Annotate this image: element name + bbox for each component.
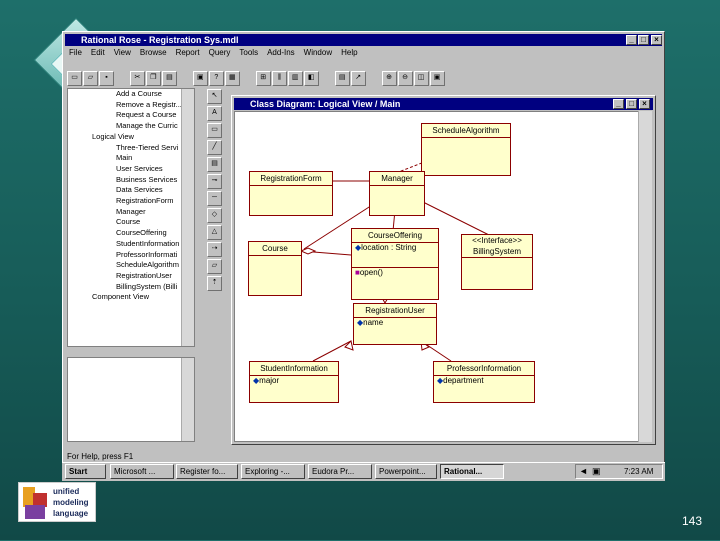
class-schedule-algorithm[interactable]: ScheduleAlgorithm	[421, 123, 511, 176]
uml-logo: unified modeling language	[18, 482, 96, 522]
class-course[interactable]: Course	[248, 241, 302, 296]
class-registration-user[interactable]: RegistrationUser ◆name	[353, 303, 437, 345]
network-icon[interactable]: ▣	[592, 466, 601, 477]
taskbar-microsoft[interactable]: Microsoft ...	[110, 464, 174, 479]
logo-line3: language	[53, 509, 89, 518]
taskbar-start[interactable]: Start	[65, 464, 106, 479]
class-attribute: ◆location : String	[352, 243, 438, 268]
class-student-information[interactable]: StudentInformation ◆major	[249, 361, 339, 403]
class-name: ProfessorInformation	[434, 362, 534, 376]
taskbar-rational[interactable]: Rational...	[440, 464, 504, 479]
taskbar-eudora[interactable]: Eudora Pr...	[308, 464, 372, 479]
class-attribute: ◆major	[253, 376, 280, 385]
class-billing-system[interactable]: <<Interface>> BillingSystem	[461, 234, 533, 290]
system-tray: ◄ ▣ 7:23 AM	[575, 464, 663, 479]
speaker-icon[interactable]: ◄	[579, 466, 588, 476]
logo-line1: unified	[53, 487, 80, 496]
class-registration-form[interactable]: RegistrationForm	[249, 171, 333, 216]
class-name: Manager	[370, 172, 424, 186]
class-attribute: ◆department	[437, 376, 484, 385]
taskbar-powerpoint[interactable]: Powerpoint...	[375, 464, 437, 479]
uml-logo-mark	[23, 487, 47, 519]
class-course-offering[interactable]: CourseOffering ◆location : String ■open(…	[351, 228, 439, 300]
taskbar-exploring[interactable]: Exploring -...	[241, 464, 305, 479]
class-professor-information[interactable]: ProfessorInformation ◆department	[433, 361, 535, 403]
class-name: RegistrationUser	[354, 304, 436, 318]
class-attribute: ◆name	[357, 318, 384, 327]
rose-window: Rational Rose - Registration Sys.mdl _ □…	[62, 31, 665, 480]
slide-number: 143	[682, 514, 703, 528]
class-name: StudentInformation	[250, 362, 338, 376]
class-name: Course	[249, 242, 301, 256]
class-name: CourseOffering	[352, 229, 438, 243]
class-name: RegistrationForm	[250, 172, 332, 186]
class-operation: ■open()	[355, 268, 383, 277]
class-stereotype: <<Interface>>	[472, 236, 522, 245]
class-name: ScheduleAlgorithm	[422, 124, 510, 138]
taskbar-register[interactable]: Register fo...	[176, 464, 238, 479]
logo-line2: modeling	[53, 498, 89, 507]
class-name: BillingSystem	[462, 246, 532, 258]
clock: 7:23 AM	[624, 467, 654, 476]
class-manager[interactable]: Manager	[369, 171, 425, 216]
